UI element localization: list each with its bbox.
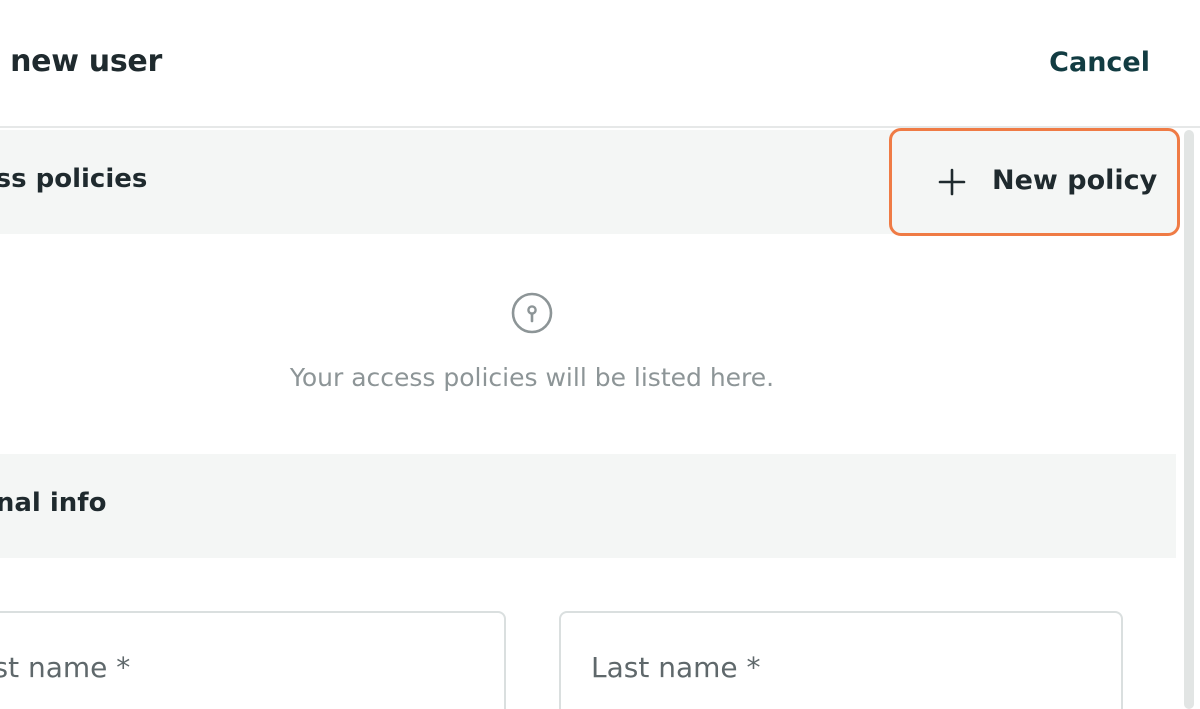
new-policy-label: New policy [992, 165, 1158, 196]
plus-icon [938, 168, 966, 196]
empty-policies-message: Your access policies will be listed here… [289, 363, 775, 392]
page-title: l new user [0, 44, 162, 79]
key-circle-icon [511, 292, 553, 334]
add-user-panel: l new user Cancel ess policies New polic… [0, 0, 1200, 709]
first-name-placeholder: rst name * [0, 651, 131, 684]
cancel-button[interactable]: Cancel [1049, 47, 1150, 78]
scrollbar[interactable] [1184, 130, 1194, 709]
access-policies-title: ess policies [0, 164, 148, 194]
personal-info-title: onal info [0, 488, 107, 518]
new-policy-button[interactable]: New policy [889, 128, 1180, 236]
personal-info-section-header: onal info [0, 454, 1176, 558]
first-name-field[interactable]: rst name * [0, 611, 506, 709]
last-name-field[interactable]: Last name * [559, 611, 1123, 709]
last-name-placeholder: Last name * [591, 651, 761, 684]
panel-header: l new user Cancel [0, 0, 1200, 128]
